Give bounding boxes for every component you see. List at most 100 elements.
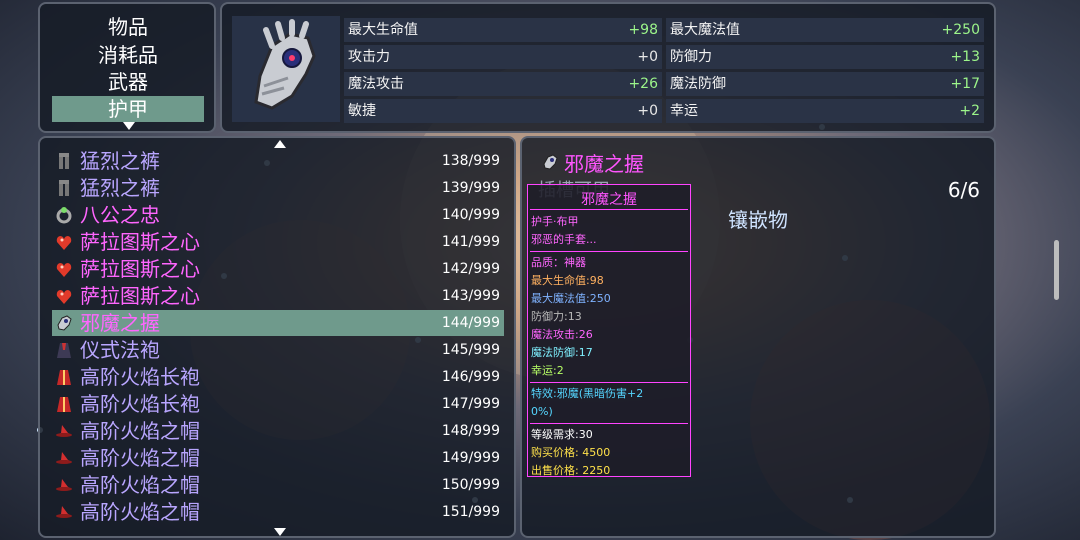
stat-label: 幸运	[670, 103, 698, 119]
item-name: 邪魔之握	[80, 311, 160, 335]
scroll-down-arrow-icon[interactable]	[274, 528, 286, 536]
stat-label: 最大生命值	[348, 22, 418, 38]
item-title: 邪魔之握	[564, 152, 644, 176]
socket-count: 6/6	[947, 178, 980, 202]
tooltip-line: 护手·布甲	[531, 215, 579, 228]
tooltip-line: 防御力:13	[531, 310, 582, 323]
hat-icon	[56, 425, 72, 437]
list-item[interactable]: 猛烈之裤 139/999	[52, 175, 504, 201]
list-item[interactable]: 高阶火焰长袍 146/999	[52, 364, 504, 390]
item-name: 猛烈之裤	[80, 149, 160, 173]
item-list-panel: 猛烈之裤 138/999 猛烈之裤 139/999 八公之忠 140/999 萨拉图斯之心 1…	[38, 136, 516, 538]
stat-value: +2	[959, 103, 980, 119]
stat-value: +250	[941, 22, 980, 38]
heart-gem-icon	[56, 290, 72, 304]
item-count: 147/999	[441, 396, 500, 412]
item-name: 八公之忠	[80, 203, 160, 227]
list-item[interactable]: 猛烈之裤 138/999	[52, 148, 504, 174]
tooltip-line: 最大生命值:98	[531, 274, 604, 287]
stat-row-magic-defense: 魔法防御 +17	[666, 72, 984, 96]
hat-icon	[56, 479, 72, 491]
scroll-down-arrow-icon[interactable]	[123, 122, 135, 130]
tooltip-line: 魔法防御:17	[531, 346, 593, 359]
item-count: 138/999	[441, 153, 500, 169]
item-tooltip: 邪魔之握 护手·布甲 邪恶的手套... 品质：神器 最大生命值:98 最大魔法值:250…	[527, 184, 691, 477]
item-count: 148/999	[441, 423, 500, 439]
scroll-up-arrow-icon[interactable]	[274, 140, 286, 148]
category-item-items[interactable]: 物品	[52, 14, 204, 40]
tooltip-line: 购买价格: 4500	[531, 446, 611, 459]
hat-icon	[56, 452, 72, 464]
stat-label: 敏捷	[348, 103, 376, 119]
stat-value: +0	[637, 103, 658, 119]
stat-label: 魔法攻击	[348, 76, 404, 92]
list-item[interactable]: 高阶火焰长袍 147/999	[52, 391, 504, 417]
tooltip-line: 邪恶的手套...	[531, 233, 597, 246]
red-robe-icon	[57, 370, 71, 385]
stat-label: 防御力	[670, 49, 712, 65]
category-item-weapons[interactable]: 武器	[52, 69, 204, 95]
list-item[interactable]: 萨拉图斯之心 141/999	[52, 229, 504, 255]
list-item[interactable]: 萨拉图斯之心 143/999	[52, 283, 504, 309]
item-count: 141/999	[441, 234, 500, 250]
item-name: 高阶火焰之帽	[80, 500, 200, 524]
tooltip-line: 特效:邪魔(黑暗伤害+2	[531, 387, 644, 400]
category-item-consumables[interactable]: 消耗品	[52, 42, 204, 68]
tooltip-line: 出售价格: 2250	[531, 464, 611, 477]
item-count: 150/999	[441, 477, 500, 493]
stat-label: 最大魔法值	[670, 22, 740, 38]
item-count: 151/999	[441, 504, 500, 520]
list-item[interactable]: 仪式法袍 145/999	[52, 337, 504, 363]
item-count: 145/999	[441, 342, 500, 358]
stat-value: +98	[628, 22, 658, 38]
category-item-armor[interactable]: 护甲	[52, 96, 204, 122]
item-name: 萨拉图斯之心	[80, 284, 200, 308]
gauntlet-icon	[57, 315, 72, 331]
stats-panel: 最大生命值 +98 最大魔法值 +250 攻击力 +0 防御力 +13 魔法攻击…	[220, 2, 996, 133]
list-item[interactable]: 八公之忠 140/999	[52, 202, 504, 228]
tooltip-line: 魔法攻击:26	[531, 328, 593, 341]
item-count: 149/999	[441, 450, 500, 466]
tooltip-line: 等级需求:30	[531, 428, 593, 441]
heart-gem-icon	[56, 236, 72, 250]
stat-label: 魔法防御	[670, 76, 726, 92]
list-item[interactable]: 高阶火焰之帽 149/999	[52, 445, 504, 471]
item-count: 143/999	[441, 288, 500, 304]
item-name: 萨拉图斯之心	[80, 230, 200, 254]
gauntlet-icon	[543, 154, 558, 170]
list-item[interactable]: 高阶火焰之帽 148/999	[52, 418, 504, 444]
stat-label: 攻击力	[348, 49, 390, 65]
gauntlet-icon	[254, 19, 316, 110]
tooltip-divider	[530, 423, 688, 424]
stat-value: +13	[950, 49, 980, 65]
tooltip-line: 幸运:2	[531, 364, 564, 377]
tooltip-line: 0%)	[531, 405, 553, 418]
stat-row-attack: 攻击力 +0	[344, 45, 662, 69]
stat-row-max-hp: 最大生命值 +98	[344, 18, 662, 42]
socket-label[interactable]: 镶嵌物	[728, 204, 788, 233]
scrollbar[interactable]	[1054, 240, 1059, 300]
category-panel: 物品 消耗品 武器 护甲	[38, 2, 216, 133]
list-item[interactable]: 高阶火焰之帽 150/999	[52, 472, 504, 498]
stat-value: +17	[950, 76, 980, 92]
item-name: 高阶火焰之帽	[80, 419, 200, 443]
robe-icon	[57, 343, 71, 358]
tooltip-line: 品质：神器	[531, 256, 586, 269]
tooltip-divider	[530, 382, 688, 383]
stat-row-luck: 幸运 +2	[666, 99, 984, 123]
item-count: 140/999	[441, 207, 500, 223]
equipped-item-slot	[232, 16, 340, 122]
item-name: 萨拉图斯之心	[80, 257, 200, 281]
hat-icon	[56, 506, 72, 518]
item-name: 高阶火焰之帽	[80, 446, 200, 470]
list-item[interactable]: 高阶火焰之帽 151/999	[52, 499, 504, 525]
ring-icon	[56, 207, 72, 224]
stat-row-defense: 防御力 +13	[666, 45, 984, 69]
list-item[interactable]: 萨拉图斯之心 142/999	[52, 256, 504, 282]
item-count: 142/999	[441, 261, 500, 277]
item-name: 猛烈之裤	[80, 176, 160, 200]
red-robe-icon	[57, 397, 71, 412]
stat-value: +26	[628, 76, 658, 92]
stat-row-magic-attack: 魔法攻击 +26	[344, 72, 662, 96]
list-item[interactable]: 邪魔之握 144/999	[52, 310, 504, 336]
